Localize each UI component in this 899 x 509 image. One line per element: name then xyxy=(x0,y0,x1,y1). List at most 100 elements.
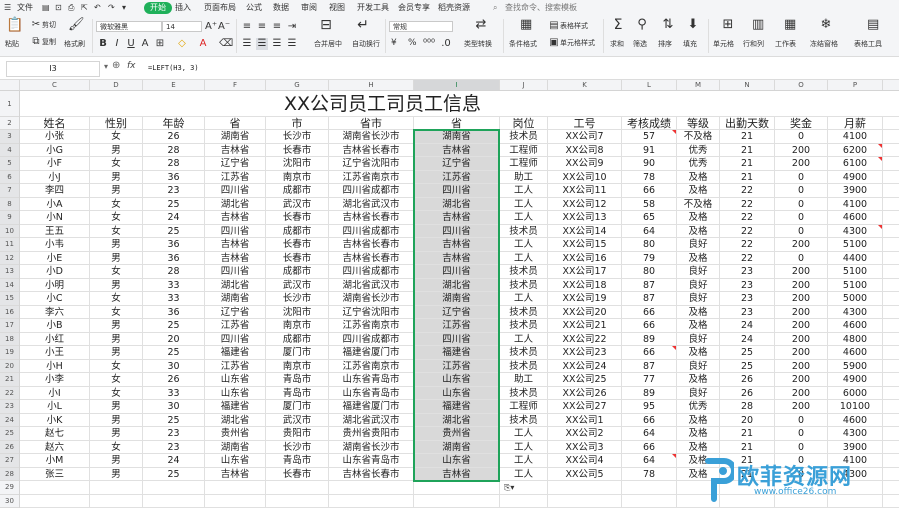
table-cell[interactable]: 小红 xyxy=(20,332,90,346)
table-cell[interactable]: 0 xyxy=(775,197,828,211)
freeze-icon[interactable]: ❄ xyxy=(820,18,832,31)
table-cell[interactable]: 良好 xyxy=(677,386,720,400)
table-cell[interactable] xyxy=(883,306,899,319)
table-cell[interactable]: 辽宁省 xyxy=(414,305,500,319)
font-color-icon[interactable]: A xyxy=(197,38,209,50)
table-cell[interactable] xyxy=(883,171,899,184)
column-title-cell[interactable]: 省市 xyxy=(329,117,414,130)
row-header-24[interactable]: 24 xyxy=(0,413,19,427)
table-cell[interactable]: 女 xyxy=(90,224,143,238)
table-cell[interactable]: 77 xyxy=(622,373,677,387)
column-title-cell[interactable]: 奖金 xyxy=(775,117,828,130)
table-cell[interactable]: 长春市 xyxy=(266,467,329,481)
table-cell[interactable]: 5100 xyxy=(828,265,883,279)
table-cell[interactable]: 江苏省 xyxy=(205,170,266,184)
table-cell[interactable]: 25 xyxy=(720,359,775,373)
table-cell[interactable]: 200 xyxy=(775,359,828,373)
table-cell[interactable] xyxy=(414,481,500,495)
table-cell[interactable]: 4100 xyxy=(828,130,883,144)
table-cell[interactable]: 福建省 xyxy=(414,400,500,414)
table-cell[interactable]: 23 xyxy=(720,278,775,292)
table-cell[interactable]: 36 xyxy=(143,170,205,184)
table-cell[interactable]: 武汉市 xyxy=(266,278,329,292)
table-cell[interactable]: 工程师 xyxy=(500,400,548,414)
row-header-18[interactable]: 18 xyxy=(0,332,19,346)
menu-member[interactable]: 会员专享 xyxy=(398,3,430,13)
column-header-L[interactable]: L xyxy=(622,80,677,90)
table-cell[interactable]: 南京市 xyxy=(266,170,329,184)
table-cell[interactable]: 0 xyxy=(775,184,828,198)
table-cell[interactable]: 工人 xyxy=(500,467,548,481)
table-cell[interactable] xyxy=(883,144,899,157)
table-cell[interactable] xyxy=(883,184,899,198)
table-cell[interactable]: 湖北省武汉市 xyxy=(329,413,414,427)
column-header-P[interactable]: P xyxy=(828,80,883,90)
table-cell[interactable]: 80 xyxy=(622,265,677,279)
table-cell[interactable]: 0 xyxy=(775,251,828,265)
comment-indicator-icon[interactable] xyxy=(672,130,676,134)
table-cell[interactable]: 23 xyxy=(143,440,205,454)
table-cell[interactable]: 湖南省 xyxy=(205,292,266,306)
row-header-5[interactable]: 5 xyxy=(0,157,19,171)
align-top-icon[interactable]: ≡ xyxy=(241,21,253,33)
table-cell[interactable]: 李六 xyxy=(20,305,90,319)
row-header-7[interactable]: 7 xyxy=(0,184,19,198)
freeze-button[interactable]: 冻结窗格 xyxy=(810,39,838,49)
table-cell[interactable]: 青岛市 xyxy=(266,386,329,400)
sheet-title[interactable]: XX公司员工司员工信息 xyxy=(143,91,622,117)
cut-button[interactable]: 剪切 xyxy=(42,20,56,30)
fill-button[interactable]: 填充 xyxy=(683,39,697,49)
table-cell[interactable]: 湖北省武汉市 xyxy=(329,197,414,211)
table-cell[interactable]: 30 xyxy=(143,400,205,414)
table-cell[interactable]: 工人 xyxy=(500,184,548,198)
table-cell[interactable]: 江苏省 xyxy=(414,170,500,184)
table-cell[interactable]: 6200 xyxy=(828,143,883,157)
table-cell[interactable]: 优秀 xyxy=(677,143,720,157)
table-cell[interactable]: 工人 xyxy=(500,197,548,211)
table-cell[interactable]: 长春市 xyxy=(266,251,329,265)
print-icon[interactable]: ⎙ xyxy=(68,3,74,13)
export-icon[interactable]: ⇱ xyxy=(81,3,88,13)
table-cell[interactable]: 吉林省长春市 xyxy=(329,251,414,265)
row-header-2[interactable]: 2 xyxy=(0,117,19,130)
table-cell[interactable]: 66 xyxy=(622,413,677,427)
column-title-cell[interactable]: 性别 xyxy=(90,117,143,130)
table-cell[interactable]: 厦门市 xyxy=(266,400,329,414)
table-cell[interactable]: 工程师 xyxy=(500,157,548,171)
table-cell[interactable]: 200 xyxy=(775,346,828,360)
table-cell[interactable]: XX公司12 xyxy=(548,197,622,211)
table-cell[interactable]: 22 xyxy=(720,238,775,252)
cell-style-button[interactable]: 单元格样式 xyxy=(560,38,595,48)
table-cell[interactable]: 山东省 xyxy=(414,373,500,387)
table-cell[interactable]: 工人 xyxy=(500,238,548,252)
search-icon[interactable]: ⌕ xyxy=(493,3,497,13)
table-cell[interactable] xyxy=(883,252,899,265)
column-header-J[interactable]: J xyxy=(500,80,548,90)
menu-data[interactable]: 数据 xyxy=(273,3,289,13)
column-header-K[interactable]: K xyxy=(548,80,622,90)
type-convert-icon[interactable]: ⇄ xyxy=(475,18,487,31)
table-cell[interactable]: 男 xyxy=(90,400,143,414)
table-cell[interactable]: 江苏省南京市 xyxy=(329,359,414,373)
table-cell[interactable]: 山东省 xyxy=(414,386,500,400)
table-cell[interactable]: 成都市 xyxy=(266,332,329,346)
table-cell[interactable]: 四川省 xyxy=(414,332,500,346)
table-cell[interactable] xyxy=(205,481,266,495)
table-cell[interactable]: 36 xyxy=(143,238,205,252)
table-cell[interactable]: 小D xyxy=(20,265,90,279)
table-cell[interactable]: 长沙市 xyxy=(266,440,329,454)
table-cell[interactable]: 小I xyxy=(20,386,90,400)
table-cell[interactable]: 沈阳市 xyxy=(266,305,329,319)
table-cell[interactable]: 小K xyxy=(20,413,90,427)
table-cell[interactable]: 及格 xyxy=(677,427,720,441)
column-title-cell[interactable]: 岗位 xyxy=(500,117,548,130)
table-cell[interactable]: XX公司15 xyxy=(548,238,622,252)
table-cell[interactable]: 张三 xyxy=(20,467,90,481)
table-cell[interactable]: 技术员 xyxy=(500,319,548,333)
comment-indicator-icon[interactable] xyxy=(878,143,882,148)
row-header-6[interactable]: 6 xyxy=(0,170,19,184)
table-cell[interactable]: 工人 xyxy=(500,332,548,346)
table-cell[interactable]: 长春市 xyxy=(266,238,329,252)
table-cell[interactable]: 江苏省 xyxy=(414,359,500,373)
row-header-9[interactable]: 9 xyxy=(0,211,19,225)
